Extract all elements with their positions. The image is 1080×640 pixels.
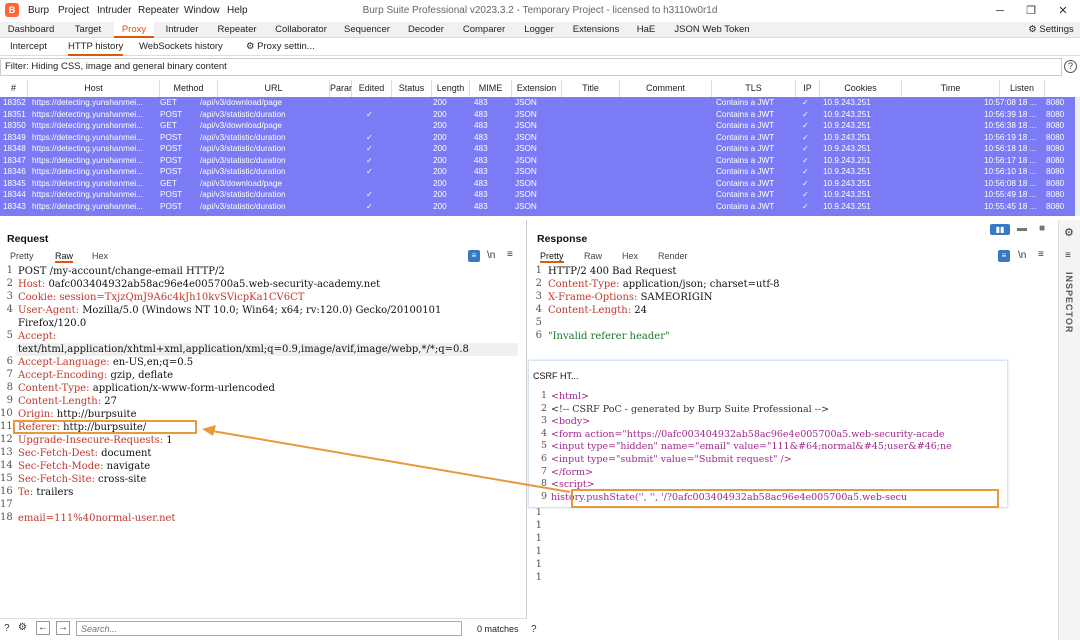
search-input[interactable] <box>76 621 462 636</box>
help-icon[interactable]: ? <box>4 623 10 634</box>
forward-arrow-icon[interactable]: → <box>56 621 70 635</box>
gear-icon[interactable]: ⚙ <box>18 622 27 633</box>
arrow-head <box>202 425 216 436</box>
search-bar: ? ⚙ ← → 0 matches <box>0 618 527 640</box>
inspector-label[interactable]: INSPECTOR <box>1064 272 1074 333</box>
match-count: 0 matches <box>477 624 519 634</box>
back-arrow-icon[interactable]: ← <box>36 621 50 635</box>
gear-icon[interactable]: ⚙ <box>1064 226 1074 239</box>
inspector-sidebar: ⚙ ≡ INSPECTOR <box>1058 220 1080 640</box>
list-icon[interactable]: ≡ <box>1065 250 1071 261</box>
annotation-arrow <box>202 425 571 493</box>
help-icon[interactable]: ? <box>531 624 537 635</box>
arrow-line <box>211 430 571 493</box>
